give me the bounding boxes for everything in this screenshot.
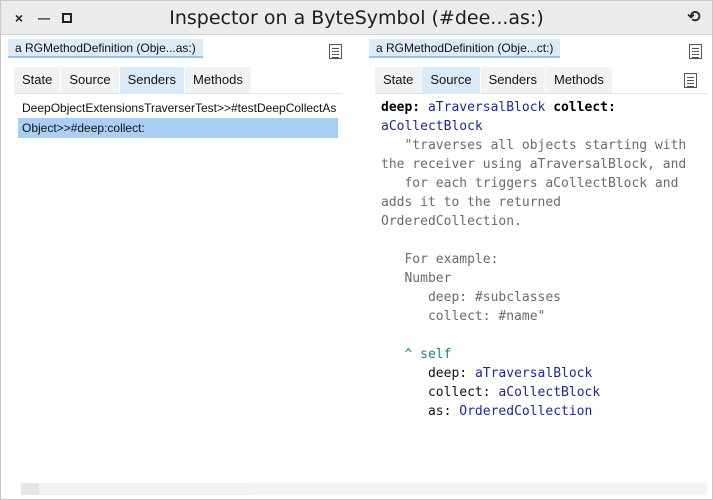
left-tabs-divider <box>14 93 342 94</box>
right-horizontal-scrollbar[interactable] <box>249 483 707 495</box>
code-comment-line: deep: #subclasses <box>381 290 562 305</box>
left-tab-senders[interactable]: Senders <box>119 67 185 93</box>
inspector-window: × — Inspector on a ByteSymbol (#dee...as… <box>0 0 713 500</box>
source-document-icon[interactable] <box>684 73 697 88</box>
right-tabs: State Source Senders Methods <box>375 67 613 93</box>
right-pane-document-icon[interactable] <box>689 44 702 59</box>
right-tab-methods[interactable]: Methods <box>545 67 613 93</box>
list-item[interactable]: DeepObjectExtensionsTraverserTest>>#test… <box>18 98 338 118</box>
right-pane-header: a RGMethodDefinition (Obje...ct:) <box>363 36 713 62</box>
right-tab-senders[interactable]: Senders <box>480 67 546 93</box>
senders-list: DeepObjectExtensionsTraverserTest>>#test… <box>18 98 338 138</box>
window-title: Inspector on a ByteSymbol (#dee...as:) <box>169 7 544 29</box>
left-pane-header: a RGMethodDefinition (Obje...as:) <box>2 36 352 62</box>
window-menu-icon[interactable]: ⟲ <box>686 9 702 27</box>
code-keyword: deep: <box>381 100 421 115</box>
left-pane-document-icon[interactable] <box>329 44 342 59</box>
title-bar: × — Inspector on a ByteSymbol (#dee...as… <box>1 1 712 35</box>
code-message-keyword: deep: <box>427 366 468 381</box>
code-comment-line: OrderedCollection. <box>381 214 522 229</box>
code-comment-line: adds it to the returned <box>381 195 562 210</box>
code-self: self <box>420 347 452 362</box>
code-message-keyword: collect: <box>427 385 491 400</box>
left-tab-source[interactable]: Source <box>61 67 120 93</box>
right-tabs-divider <box>375 93 707 94</box>
code-argument: aTraversalBlock <box>474 366 593 381</box>
code-argument: aCollectBlock <box>381 119 483 134</box>
list-item-selected[interactable]: Object>>#deep:collect: <box>18 118 338 138</box>
code-comment-line: "traverses all objects starting with <box>381 138 687 153</box>
code-argument: aCollectBlock <box>498 385 601 400</box>
left-pane: a RGMethodDefinition (Obje...as:) State … <box>2 36 352 481</box>
code-comment-line: Number <box>381 271 452 286</box>
right-tab-state[interactable]: State <box>375 67 423 93</box>
right-pane-label[interactable]: a RGMethodDefinition (Obje...ct:) <box>369 39 561 58</box>
left-scrollbar-thumb[interactable] <box>21 483 39 495</box>
code-comment-line: the receiver using aTraversalBlock, and <box>381 157 687 172</box>
code-message-keyword: as: <box>427 404 452 419</box>
code-return-caret: ^ <box>404 347 413 362</box>
code-keyword: collect: <box>553 100 616 115</box>
code-comment-line: For example: <box>381 252 499 267</box>
code-argument: aTraversalBlock <box>427 100 546 115</box>
left-tabs: State Source Senders Methods <box>14 67 252 93</box>
right-tab-source[interactable]: Source <box>422 67 481 93</box>
code-comment-line: collect: #name" <box>381 309 546 324</box>
source-code-editor[interactable]: deep: aTraversalBlock collect: aCollectB… <box>381 98 711 421</box>
left-tab-methods[interactable]: Methods <box>184 67 252 93</box>
pane-splitter[interactable] <box>352 36 362 481</box>
code-argument: OrderedCollection <box>459 404 593 419</box>
left-tab-state[interactable]: State <box>14 67 62 93</box>
left-pane-label[interactable]: a RGMethodDefinition (Obje...as:) <box>8 39 203 58</box>
right-pane: a RGMethodDefinition (Obje...ct:) State … <box>363 36 713 481</box>
code-comment-line: for each triggers aCollectBlock and <box>381 176 679 191</box>
